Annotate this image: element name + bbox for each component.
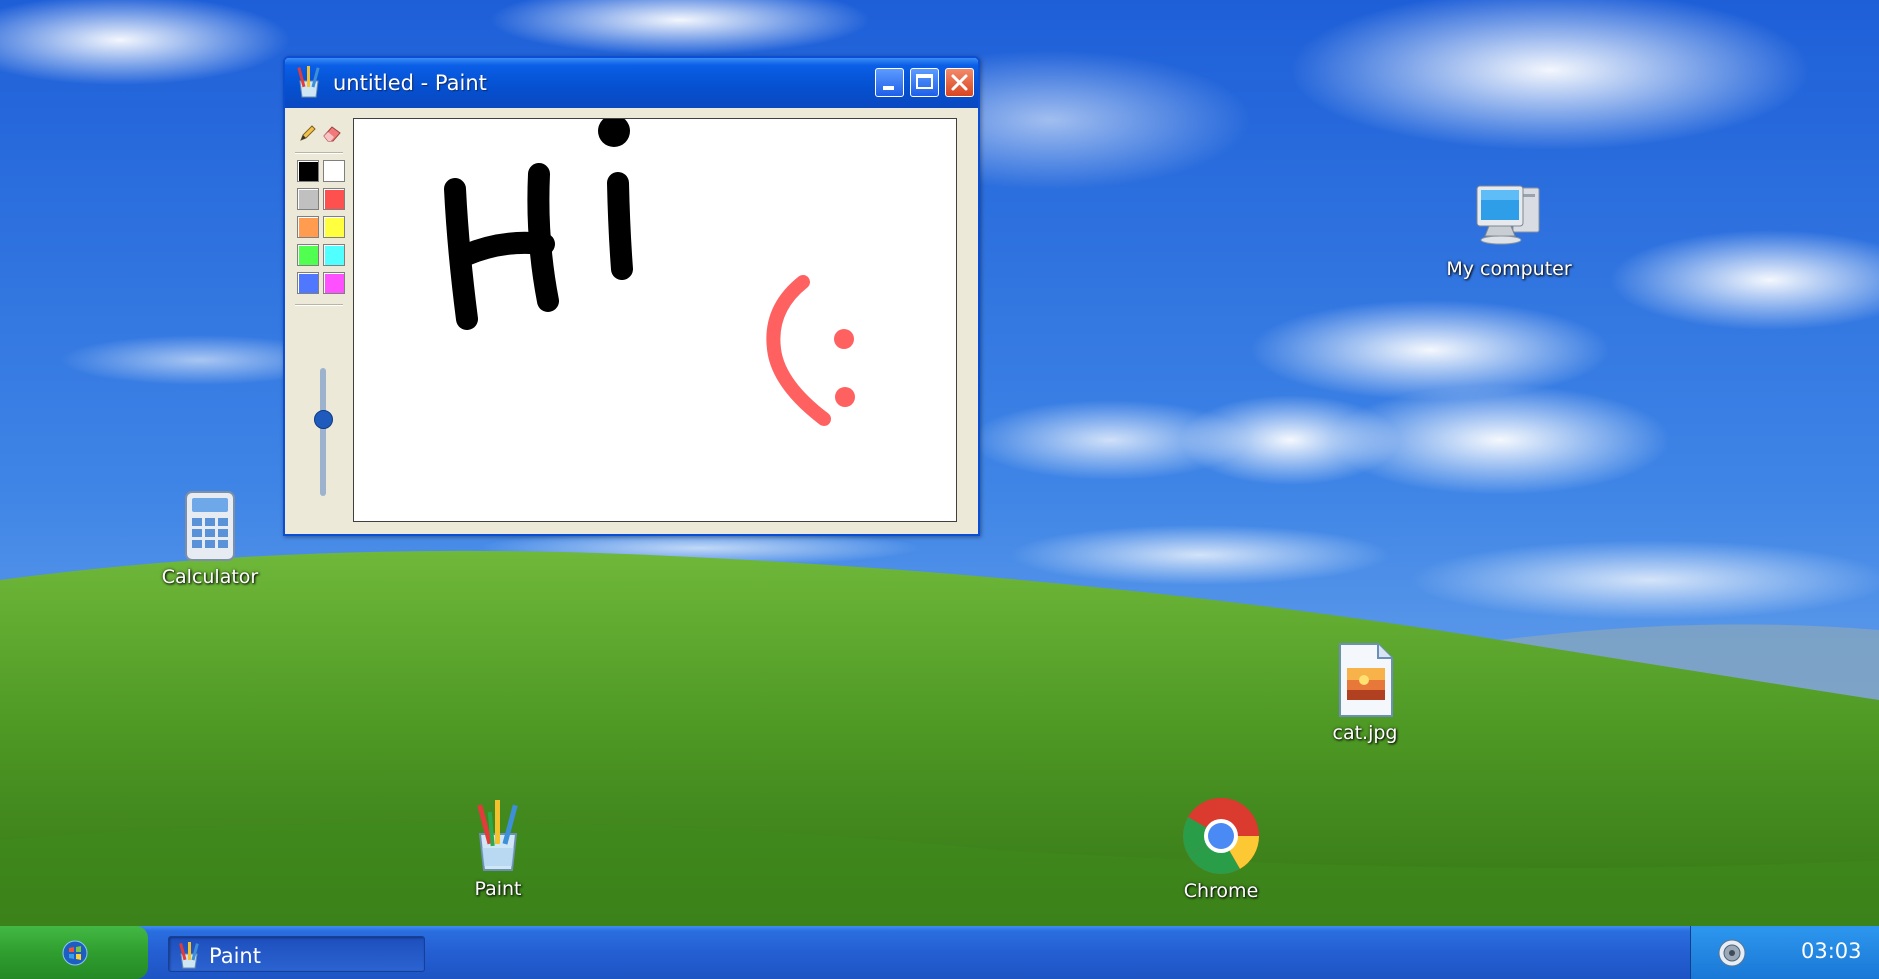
windows-logo-icon	[62, 940, 88, 966]
paint-window[interactable]: untitled - Paint	[283, 56, 980, 536]
window-titlebar[interactable]: untitled - Paint	[285, 58, 978, 108]
toolbox-divider	[295, 152, 343, 154]
monitor-computer-icon	[1476, 185, 1540, 245]
window-title: untitled - Paint	[333, 71, 487, 95]
taskbar-item-label: Paint	[209, 944, 261, 968]
color-swatch[interactable]	[297, 188, 319, 210]
speaker-icon[interactable]	[1717, 938, 1747, 968]
desktop-icon-label: Chrome	[1183, 880, 1259, 902]
minimize-button[interactable]	[875, 68, 904, 97]
desktop-icon-paint[interactable]: Paint	[433, 798, 563, 900]
color-swatch[interactable]	[297, 160, 319, 182]
color-swatch[interactable]	[297, 216, 319, 238]
maximize-button[interactable]	[910, 68, 939, 97]
start-button[interactable]	[0, 926, 148, 979]
brush-size-slider[interactable]	[320, 368, 326, 496]
taskbar-item-paint[interactable]: Paint	[168, 936, 425, 972]
desktop: My computer Calculator cat.jpg Paint Chr…	[0, 0, 1879, 979]
paint-brushes-icon	[477, 800, 518, 871]
eraser-icon[interactable]	[321, 122, 343, 144]
drawing-canvas[interactable]	[353, 115, 957, 522]
color-swatch[interactable]	[323, 160, 345, 182]
desktop-icon-label: My computer	[1446, 258, 1572, 280]
close-icon	[951, 74, 968, 91]
color-swatch[interactable]	[323, 244, 345, 266]
desktop-icon-label: Calculator	[161, 566, 259, 588]
toolbox	[291, 112, 347, 522]
chrome-icon	[1183, 798, 1259, 874]
desktop-icon-calculator[interactable]: Calculator	[145, 490, 275, 588]
color-swatch[interactable]	[323, 216, 345, 238]
toolbox-divider	[295, 304, 343, 306]
desktop-icon-label: cat.jpg	[1332, 722, 1398, 744]
system-tray: 03:03	[1690, 926, 1879, 979]
clock[interactable]: 03:03	[1801, 939, 1862, 963]
brush-size-thumb[interactable]	[314, 409, 333, 429]
color-swatch[interactable]	[323, 272, 345, 294]
color-swatch[interactable]	[297, 244, 319, 266]
paint-brushes-icon	[297, 66, 320, 98]
desktop-icon-label: Paint	[474, 878, 522, 900]
desktop-icon-my-computer[interactable]: My computer	[1444, 178, 1574, 280]
canvas-drawing	[444, 115, 855, 426]
color-swatch[interactable]	[323, 188, 345, 210]
paint-brushes-icon	[179, 942, 199, 969]
image-file-icon	[1339, 643, 1393, 717]
color-swatch[interactable]	[297, 272, 319, 294]
close-button[interactable]	[945, 68, 974, 97]
desktop-icon-chrome[interactable]: Chrome	[1156, 796, 1286, 902]
calculator-icon	[185, 491, 235, 561]
desktop-icon-cat-jpg[interactable]: cat.jpg	[1300, 642, 1430, 744]
taskbar: Paint 03:03	[0, 926, 1879, 979]
pencil-icon[interactable]	[297, 122, 319, 144]
